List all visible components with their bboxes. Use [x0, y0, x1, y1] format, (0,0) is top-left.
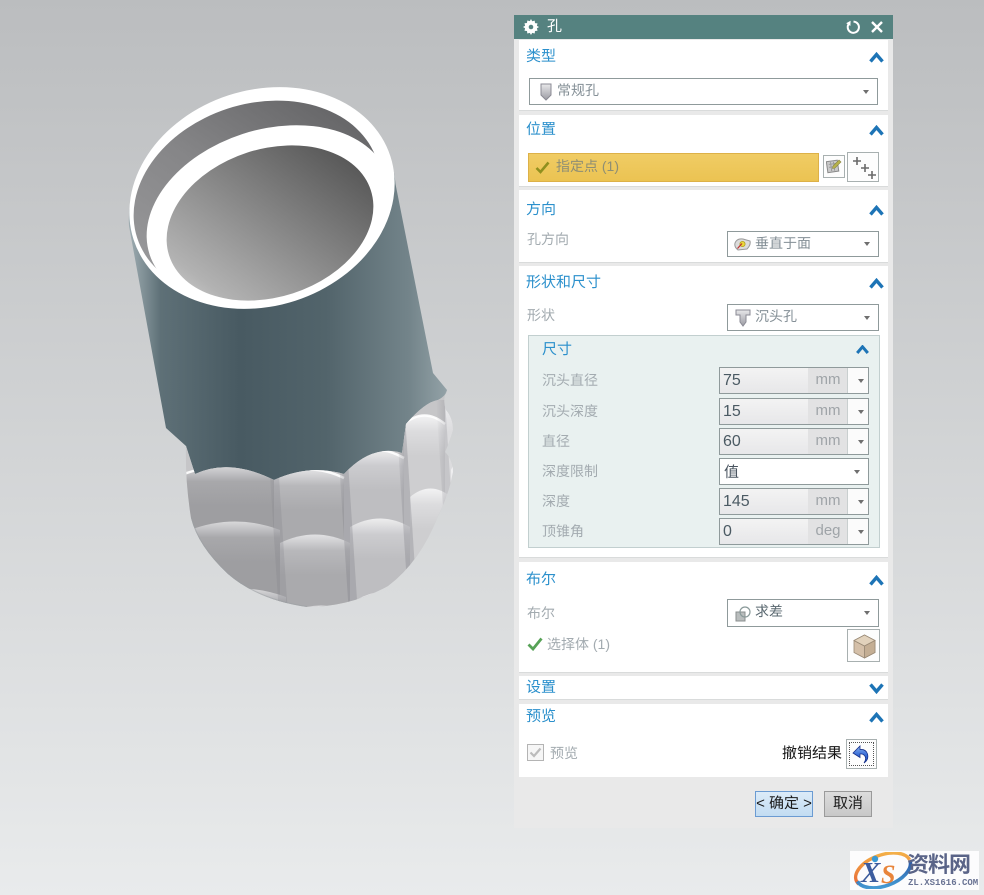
svg-text:S: S: [881, 860, 895, 889]
svg-text:X: X: [860, 857, 881, 889]
